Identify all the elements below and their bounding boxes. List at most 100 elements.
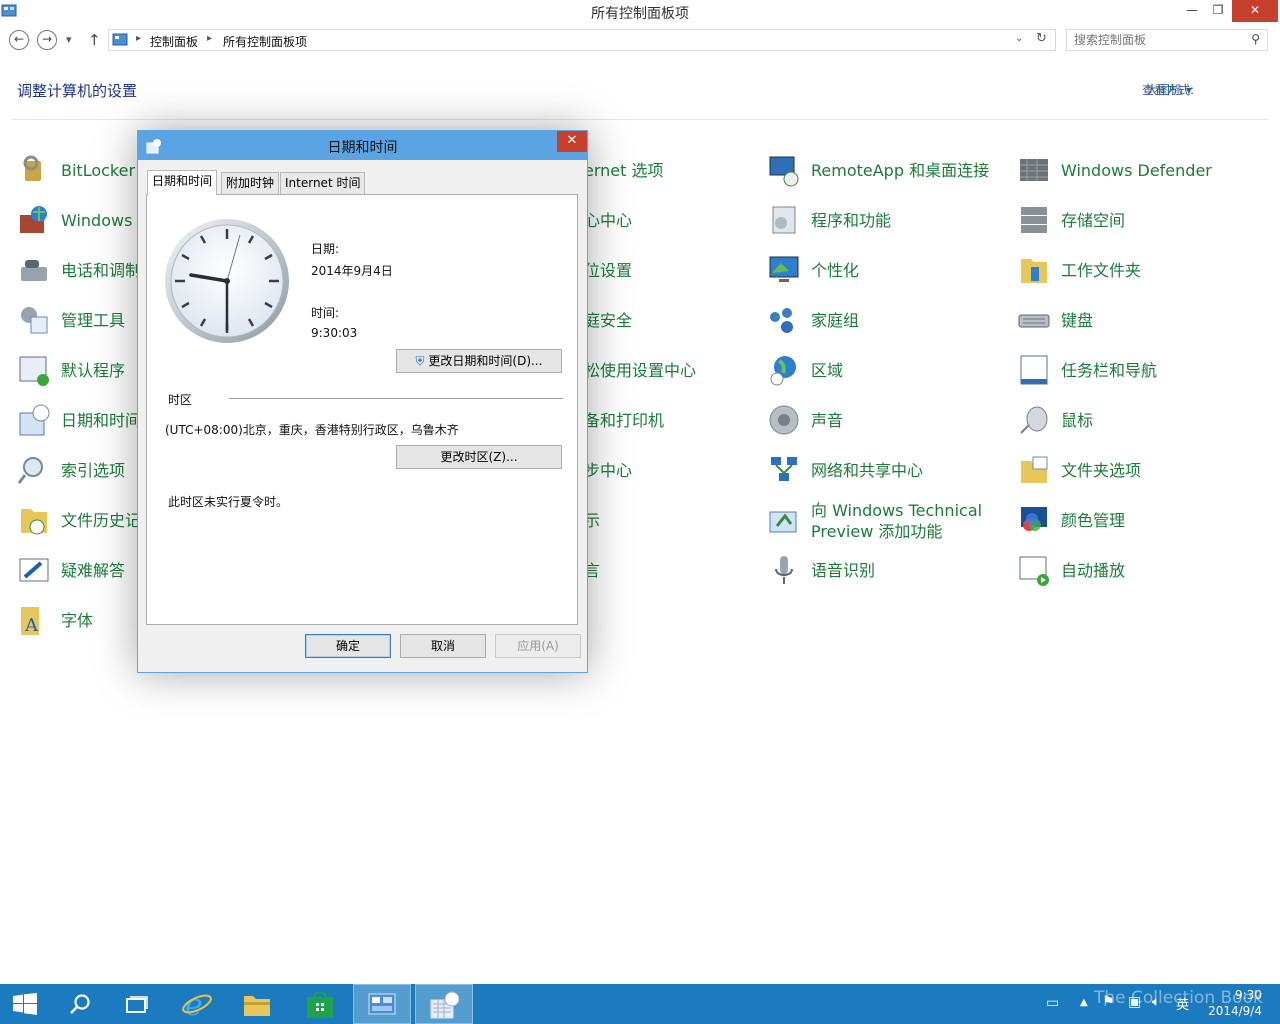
tab-date-time[interactable]: 日期和时间 bbox=[147, 170, 218, 195]
tab-additional-clocks[interactable]: 附加时钟 bbox=[221, 172, 280, 194]
control-panel-taskbar-button[interactable] bbox=[353, 984, 411, 1024]
cp-item-location-settings[interactable]: 位设置 bbox=[584, 250, 632, 290]
cp-item-autoplay[interactable]: 自动播放 bbox=[1017, 550, 1125, 590]
time-label: 时间: bbox=[311, 306, 340, 320]
ok-button[interactable]: 确定 bbox=[305, 634, 391, 658]
sound-icon bbox=[769, 405, 799, 435]
recent-locations-dropdown[interactable]: ▾ bbox=[66, 33, 72, 46]
page-title: 调整计算机的设置 bbox=[17, 82, 138, 100]
close-button[interactable]: ✕ bbox=[1232, 0, 1278, 22]
add-features-icon bbox=[769, 511, 797, 533]
back-button[interactable]: ← bbox=[9, 30, 29, 50]
cp-item-date-time[interactable]: 日期和时间 bbox=[17, 400, 141, 440]
date-value: 2014年9月4日 bbox=[311, 264, 393, 278]
remoteapp-icon bbox=[769, 156, 799, 187]
cp-item-color-management[interactable]: 颜色管理 bbox=[1017, 500, 1125, 540]
cp-item-region[interactable]: 区域 bbox=[767, 350, 843, 390]
cp-item-network-sharing[interactable]: 网络和共享中心 bbox=[767, 450, 923, 490]
cp-item-troubleshooting[interactable]: 疑难解答 bbox=[17, 550, 125, 590]
store-icon bbox=[307, 991, 333, 1018]
search-input[interactable] bbox=[1074, 33, 1244, 47]
chevron-down-icon[interactable]: ⌄ bbox=[1015, 33, 1023, 44]
cp-item-folder-options[interactable]: 文件夹选项 bbox=[1017, 450, 1141, 490]
firewall-icon bbox=[20, 206, 47, 233]
date-time-dialog: 日期和时间 ✕ 日期和时间 附加时钟 Internet 时间 日期: 2014年… bbox=[137, 130, 588, 673]
microphone-icon bbox=[775, 556, 793, 584]
restore-button[interactable]: ❐ bbox=[1204, 0, 1232, 22]
cancel-button[interactable]: 取消 bbox=[400, 634, 486, 658]
folder-icon bbox=[244, 996, 270, 1016]
cp-item-add-features[interactable]: 向 Windows Technical Preview 添加功能 bbox=[767, 500, 991, 542]
cp-item-storage-spaces[interactable]: 存储空间 bbox=[1017, 200, 1125, 240]
cp-item-homegroup[interactable]: 家庭组 bbox=[767, 300, 859, 340]
taskbar: e ▭ ▲ ⚑ ▣ 🔈︎ 英 The Collection Book 9:30 … bbox=[0, 984, 1280, 1024]
indexing-icon bbox=[17, 457, 43, 484]
view-by-dropdown[interactable]: 大图标 ▾ bbox=[1146, 81, 1192, 98]
taskbar-icon bbox=[1020, 355, 1048, 385]
cp-item-programs-features[interactable]: 程序和功能 bbox=[767, 200, 891, 240]
cp-item-sound[interactable]: 声音 bbox=[767, 400, 843, 440]
date-label: 日期: bbox=[311, 242, 340, 256]
cp-item-taskbar-navigation[interactable]: 任务栏和导航 bbox=[1017, 350, 1157, 390]
cp-item-indexing[interactable]: 索引选项 bbox=[17, 450, 125, 490]
cp-item-personalization[interactable]: 个性化 bbox=[767, 250, 859, 290]
shield-icon: ⛨ bbox=[415, 354, 425, 368]
task-view-icon bbox=[126, 996, 148, 1013]
breadcrumb-all-items[interactable]: 所有控制面板项 bbox=[223, 33, 307, 50]
programs-features-icon bbox=[772, 206, 796, 234]
cp-item-work-folders[interactable]: 工作文件夹 bbox=[1017, 250, 1141, 290]
tab-internet-time[interactable]: Internet 时间 bbox=[280, 172, 366, 194]
cp-item-action-center[interactable]: 心中心 bbox=[584, 200, 632, 240]
dialog-title-bar[interactable]: 日期和时间 ✕ bbox=[138, 131, 587, 160]
cp-item-windows-defender[interactable]: Windows Defender bbox=[1017, 150, 1212, 190]
homegroup-icon bbox=[770, 308, 793, 333]
cp-item-devices-printers[interactable]: 备和打印机 bbox=[584, 400, 664, 440]
cp-item-admin-tools[interactable]: 管理工具 bbox=[17, 300, 125, 340]
cp-item-phone-modem[interactable]: 电话和调制 bbox=[17, 250, 141, 290]
search-box[interactable]: ⚲ bbox=[1066, 29, 1268, 51]
defender-icon bbox=[1020, 159, 1048, 181]
cp-item-bitlocker[interactable]: BitLocker bbox=[17, 150, 135, 190]
cp-item-sync-center[interactable]: 步中心 bbox=[584, 450, 632, 490]
file-explorer-button[interactable] bbox=[228, 984, 286, 1024]
search-taskbar-button[interactable] bbox=[52, 984, 110, 1024]
store-button[interactable] bbox=[290, 984, 348, 1024]
cp-item-internet-options[interactable]: ernet 选项 bbox=[584, 150, 664, 190]
internet-explorer-button[interactable]: e bbox=[168, 984, 226, 1024]
action-center-icon[interactable]: ▭ bbox=[1046, 995, 1059, 1011]
address-bar[interactable]: ▸ 控制面板 ▸ 所有控制面板项 ⌄ ↻ bbox=[108, 29, 1056, 51]
dialog-close-button[interactable]: ✕ bbox=[557, 131, 587, 152]
breadcrumb-control-panel[interactable]: 控制面板 bbox=[150, 33, 198, 50]
cp-item-mouse[interactable]: 鼠标 bbox=[1017, 400, 1093, 440]
chevron-right-icon[interactable]: ▸ bbox=[207, 33, 212, 44]
navigation-bar: ← → ▾ ↑ ▸ 控制面板 ▸ 所有控制面板项 ⌄ ↻ ⚲ bbox=[0, 26, 1280, 56]
change-timezone-button[interactable]: 更改时区(Z)... bbox=[396, 445, 562, 469]
apply-button[interactable]: 应用(A) bbox=[495, 634, 581, 658]
cp-item-keyboard[interactable]: 键盘 bbox=[1017, 300, 1093, 340]
cp-item-fonts[interactable]: A 字体 bbox=[17, 600, 93, 640]
admin-tools-icon bbox=[21, 307, 48, 334]
search-icon[interactable]: ⚲ bbox=[1251, 32, 1260, 46]
cp-item-windows-firewall[interactable]: Windows bbox=[17, 200, 132, 240]
cp-item-default-programs[interactable]: 默认程序 bbox=[17, 350, 125, 390]
chevron-right-icon[interactable]: ▸ bbox=[136, 33, 141, 44]
cp-item-ease-of-access[interactable]: 松使用设置中心 bbox=[584, 350, 696, 390]
change-datetime-button[interactable]: ⛨ 更改日期和时间(D)... bbox=[396, 349, 562, 373]
start-button[interactable] bbox=[0, 984, 58, 1024]
keyboard-icon bbox=[1018, 314, 1050, 328]
show-hidden-icons-icon[interactable]: ▲ bbox=[1080, 997, 1088, 1008]
cp-item-family-safety[interactable]: 庭安全 bbox=[584, 300, 632, 340]
color-management-icon bbox=[1021, 507, 1047, 531]
date-time-taskbar-button[interactable] bbox=[415, 984, 473, 1024]
cp-item-speech[interactable]: 语音识别 bbox=[767, 550, 875, 590]
title-bar: 所有控制面板项 — ❐ ✕ bbox=[0, 0, 1280, 24]
cp-item-remoteapp[interactable]: RemoteApp 和桌面连接 bbox=[767, 150, 989, 190]
taskbar-clock[interactable]: 9:30 2014/9/4 bbox=[1208, 987, 1262, 1019]
time-value: 9:30:03 bbox=[311, 326, 358, 340]
cp-item-file-history[interactable]: 文件历史记 bbox=[17, 500, 141, 540]
minimize-button[interactable]: — bbox=[1178, 0, 1206, 22]
forward-button[interactable]: → bbox=[37, 30, 57, 50]
task-view-button[interactable] bbox=[108, 984, 166, 1024]
refresh-icon[interactable]: ↻ bbox=[1036, 31, 1047, 46]
up-button[interactable]: ↑ bbox=[88, 31, 101, 49]
